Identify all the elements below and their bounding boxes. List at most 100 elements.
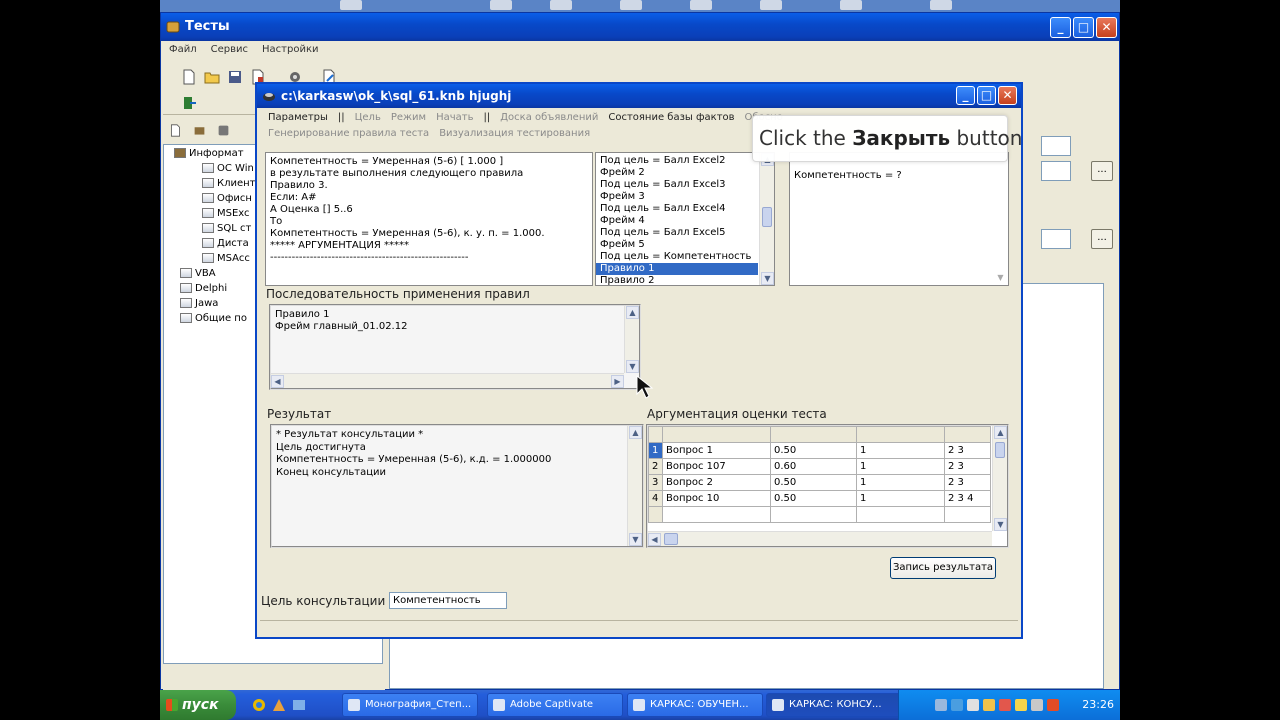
desktop-shortcut-icon[interactable] xyxy=(490,0,512,10)
main-title-bar[interactable]: Тесты _ □ ✕ xyxy=(161,13,1119,41)
menu-settings[interactable]: Настройки xyxy=(254,41,324,55)
rules-list-item[interactable]: Под цель = Балл Excel3 xyxy=(596,179,758,191)
scroll-down-icon[interactable]: ▼ xyxy=(761,272,774,285)
desktop-shortcut-icon[interactable] xyxy=(930,0,952,10)
tree-item[interactable]: Общие по xyxy=(180,313,247,324)
table-row[interactable] xyxy=(648,506,991,523)
tray-tool-icon[interactable] xyxy=(1047,699,1059,711)
scroll-thumb[interactable] xyxy=(995,442,1005,458)
menu-service[interactable]: Сервис xyxy=(203,41,254,55)
desktop-shortcut-icon[interactable] xyxy=(760,0,782,10)
desktop-shortcut-icon[interactable] xyxy=(690,0,712,10)
start-button[interactable]: пуск xyxy=(160,690,236,720)
scroll-left-icon[interactable]: ◀ xyxy=(648,533,661,546)
dialog-maximize-button[interactable]: □ xyxy=(977,86,996,105)
taskbar-task[interactable]: КАРКАС: КОНСУ... xyxy=(766,693,902,717)
facts-scrollbar[interactable]: ▼ xyxy=(993,153,1008,285)
dialog-menu-item[interactable]: || xyxy=(333,112,350,123)
taskbar-task[interactable]: КАРКАС: ОБУЧЕН... xyxy=(627,693,763,717)
save-icon[interactable] xyxy=(227,69,243,85)
scroll-right-icon[interactable]: ▶ xyxy=(611,375,624,388)
desktop-shortcut-icon[interactable] xyxy=(840,0,862,10)
save-result-button[interactable]: Запись результата xyxy=(890,557,996,579)
main-maximize-button[interactable]: □ xyxy=(1073,17,1094,38)
menu-visualization[interactable]: Визуализация тестирования xyxy=(434,128,595,139)
result-box[interactable]: * Результат консультации * Цель достигнут… xyxy=(270,424,644,548)
tree-item[interactable]: Информат xyxy=(174,148,244,159)
dialog-menu-item[interactable]: Начать xyxy=(431,112,478,123)
table-row[interactable]: 3 Вопрос 2 0.50 1 2 3 xyxy=(648,474,991,491)
scroll-thumb[interactable] xyxy=(762,207,772,227)
tree-item[interactable]: SQL ст xyxy=(202,223,251,234)
desktop-shortcut-icon[interactable] xyxy=(550,0,572,10)
delete-icon[interactable] xyxy=(217,124,230,137)
tree-item[interactable]: Delphi xyxy=(180,283,227,294)
sequence-box[interactable]: Правило 1 Фрейм главный_01.02.12 ▲ ▼ ◀ ▶ xyxy=(269,304,641,390)
rules-list-item[interactable]: Под цель = Компетентность xyxy=(596,251,758,263)
rules-list-item[interactable]: Правило 1 xyxy=(596,263,758,275)
dialog-menu-item[interactable]: Цель xyxy=(350,112,386,123)
main-minimize-button[interactable]: _ xyxy=(1050,17,1071,38)
menu-generate-rule[interactable]: Генерирование правила теста xyxy=(263,128,434,139)
tree-item[interactable]: Диста xyxy=(202,238,249,249)
browse-button-2[interactable]: ... xyxy=(1091,229,1113,249)
dialog-minimize-button[interactable]: _ xyxy=(956,86,975,105)
tray-update-icon[interactable] xyxy=(1015,699,1027,711)
scroll-up-icon[interactable]: ▲ xyxy=(629,426,642,439)
field-2[interactable] xyxy=(1041,161,1071,181)
rules-list[interactable]: Под цель = Балл Excel2 Фрейм 2 Под цель = … xyxy=(595,152,775,286)
folder-icon[interactable] xyxy=(193,124,206,137)
menu-file[interactable]: Файл xyxy=(161,41,203,55)
tray-network-icon[interactable] xyxy=(935,699,947,711)
rules-list-item[interactable]: Правило 2 xyxy=(596,275,758,285)
dialog-menu-item[interactable]: Режим xyxy=(386,112,431,123)
scroll-up-icon[interactable]: ▲ xyxy=(994,426,1007,439)
rules-list-item[interactable]: Фрейм 2 xyxy=(596,167,758,179)
table-row[interactable]: 4 Вопрос 10 0.50 1 2 3 4 xyxy=(648,490,991,507)
goal-input[interactable]: Компетентность xyxy=(389,592,507,609)
field-1[interactable] xyxy=(1041,136,1071,156)
table-row[interactable]: 1 Вопрос 1 0.50 1 2 3 xyxy=(648,442,991,459)
facts-box[interactable]: Компетентность = ? ▼ xyxy=(789,152,1009,286)
dialog-title-bar[interactable]: c:\karkasw\ok_k\sql_61.knb hjughj _ □ ✕ xyxy=(257,84,1021,108)
grid-hscrollbar[interactable]: ◀ xyxy=(648,531,992,546)
rules-list-item[interactable]: Под цель = Балл Excel5 xyxy=(596,227,758,239)
open-folder-icon[interactable] xyxy=(204,69,220,85)
dialog-menu-item[interactable]: Параметры xyxy=(263,112,333,123)
tray-security-icon[interactable] xyxy=(999,699,1011,711)
grid-vscrollbar[interactable]: ▲ ▼ xyxy=(992,426,1007,531)
dialog-menu-item[interactable]: Состояние базы фактов xyxy=(603,112,739,123)
desktop-shortcut-icon[interactable] xyxy=(340,0,362,10)
scroll-down-icon[interactable]: ▼ xyxy=(994,518,1007,531)
rules-list-item[interactable]: Фрейм 5 xyxy=(596,239,758,251)
dialog-menu-item[interactable]: || xyxy=(478,112,495,123)
argument-grid[interactable]: 1 Вопрос 1 0.50 1 2 3 2 Вопрос 107 0.60 1 2 3 3 Воп… xyxy=(646,424,1009,548)
rules-list-item[interactable]: Фрейм 4 xyxy=(596,215,758,227)
dialog-menu-item[interactable]: Доска объявлений xyxy=(495,112,603,123)
tray-app-icon[interactable] xyxy=(983,699,995,711)
taskbar-task[interactable]: Монография_Степ... xyxy=(342,693,478,717)
scroll-up-icon[interactable]: ▲ xyxy=(626,306,639,319)
tree-item[interactable]: Клиент xyxy=(202,178,256,189)
scroll-down-icon[interactable]: ▼ xyxy=(994,272,1007,285)
rules-list-item[interactable]: Фрейм 3 xyxy=(596,191,758,203)
browse-button-1[interactable]: ... xyxy=(1091,161,1113,181)
new-item-icon[interactable] xyxy=(169,124,182,137)
sequence-hscrollbar[interactable]: ◀ ▶ xyxy=(271,373,624,388)
desktop-shortcut-icon[interactable] xyxy=(620,0,642,10)
scroll-thumb[interactable] xyxy=(664,533,678,545)
tree-item[interactable]: Jawa xyxy=(180,298,218,309)
chrome-icon[interactable] xyxy=(252,698,266,712)
tree-item[interactable]: VBA xyxy=(180,268,216,279)
rules-list-item[interactable]: Под цель = Балл Excel2 xyxy=(596,155,758,167)
tree-item[interactable]: Офисн xyxy=(202,193,252,204)
quicklaunch-icon[interactable] xyxy=(292,698,306,712)
table-row[interactable]: 2 Вопрос 107 0.60 1 2 3 xyxy=(648,458,991,475)
triangle-app-icon[interactable] xyxy=(272,698,286,712)
tray-shield-icon[interactable] xyxy=(951,699,963,711)
scroll-down-icon[interactable]: ▼ xyxy=(626,360,639,373)
tray-display-icon[interactable] xyxy=(1031,699,1043,711)
rules-list-item[interactable]: Под цель = Балл Excel4 xyxy=(596,203,758,215)
clock[interactable]: 23:26 xyxy=(1082,690,1114,720)
new-file-icon[interactable] xyxy=(181,69,197,85)
